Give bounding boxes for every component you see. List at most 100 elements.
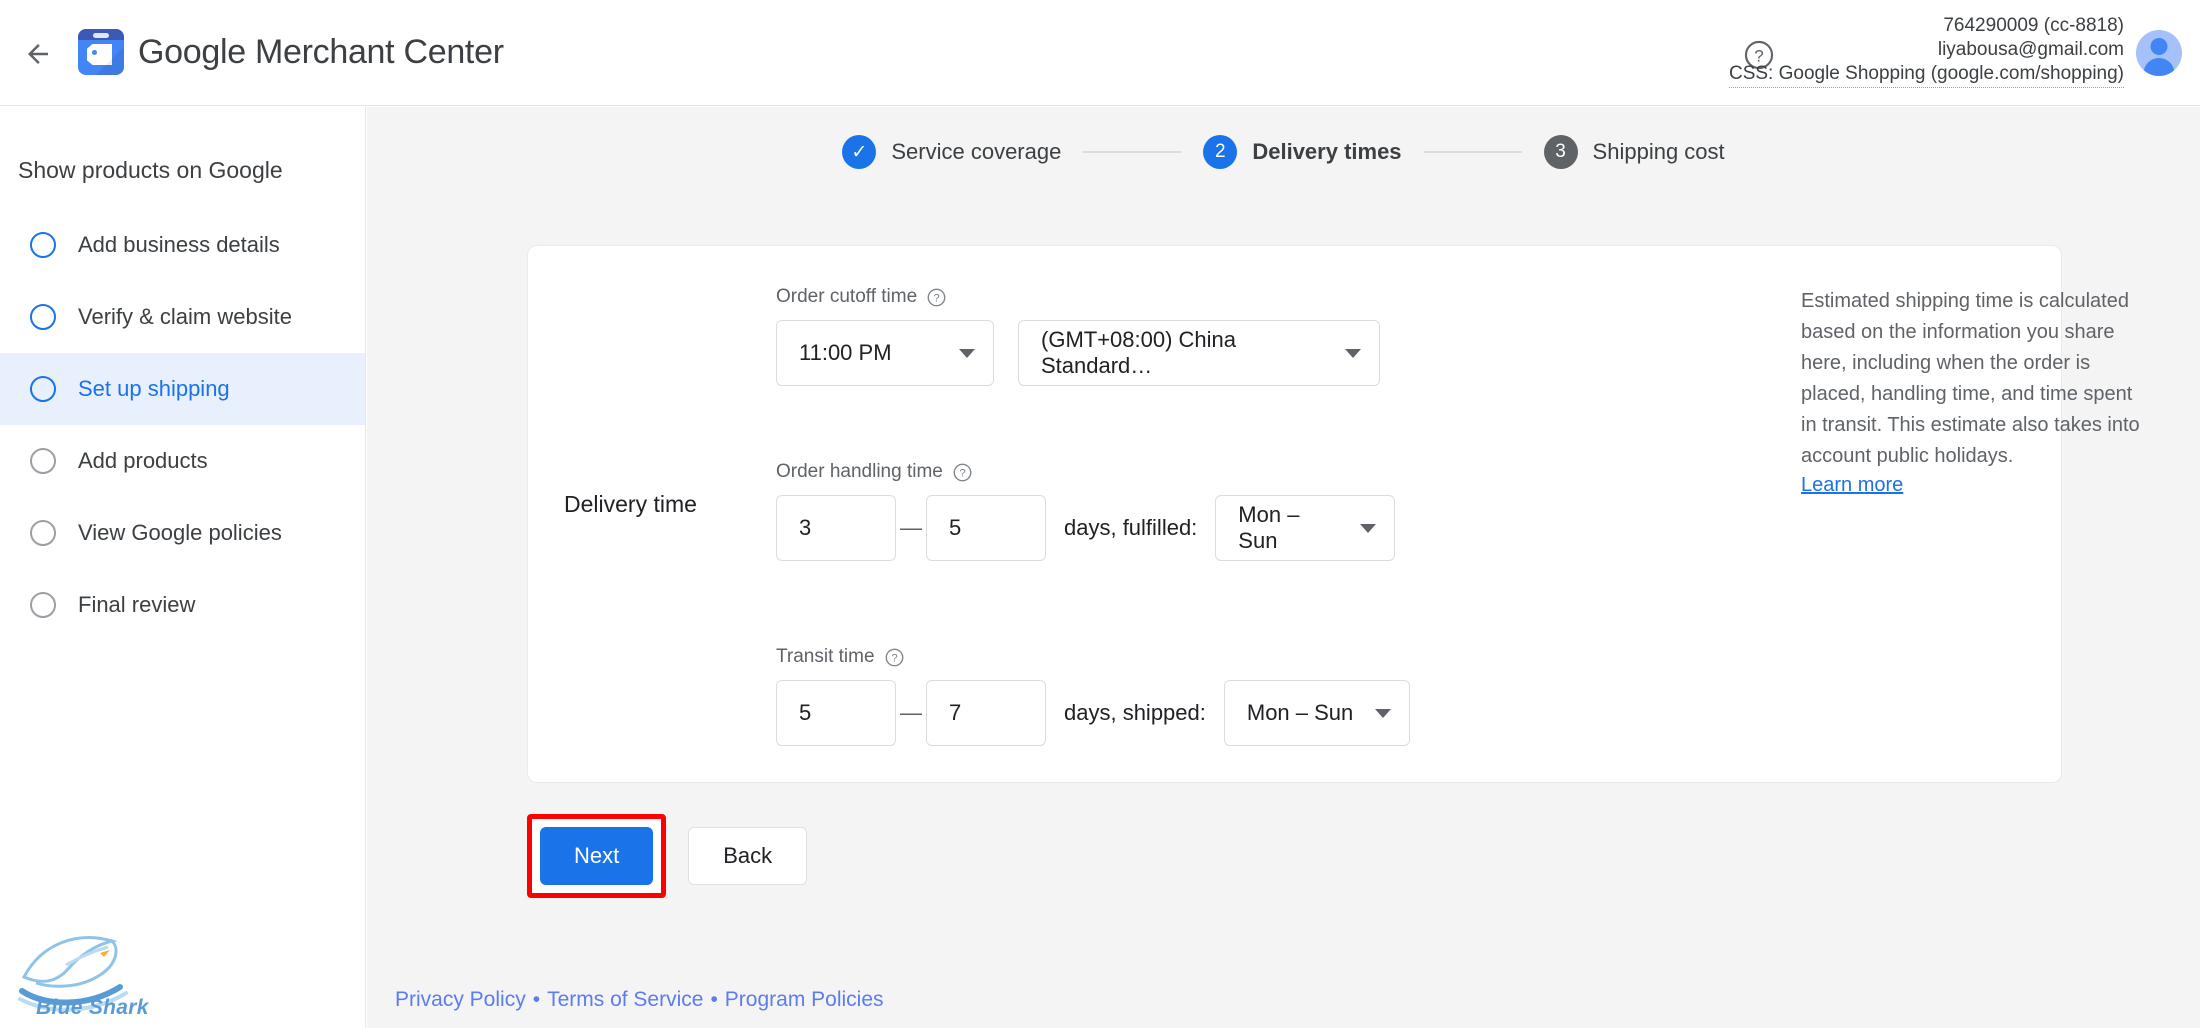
step-connector	[1423, 151, 1522, 153]
sidebar: Show products on Google Add business det…	[0, 107, 366, 1028]
chevron-down-icon	[959, 348, 975, 358]
step-circle-icon	[30, 592, 56, 618]
brand-lockup: Google Merchant Center	[78, 29, 504, 75]
step-badge-check-icon: ✓	[842, 135, 877, 169]
step-badge-number: 3	[1543, 135, 1578, 169]
delivery-time-row-label: Delivery time	[564, 491, 697, 517]
range-dash: —	[900, 700, 922, 725]
chevron-down-icon	[1345, 348, 1361, 358]
transit-time-label-text: Transit time	[776, 646, 875, 667]
order-handling-controls: 3 — 5 days, fulfilled: Mon – Sun	[776, 495, 1396, 561]
wizard-actions: Next Back	[527, 814, 808, 898]
top-bar: Google Merchant Center ? 764290009 (cc-8…	[0, 0, 2200, 106]
info-panel: Estimated shipping time is calculated ba…	[1801, 286, 2141, 497]
help-question-icon[interactable]: ?	[952, 462, 973, 483]
program-policies-link[interactable]: Program Policies	[725, 988, 884, 1011]
account-info[interactable]: 764290009 (cc-8818) liyabousa@gmail.com …	[1728, 14, 2124, 88]
step-label: Delivery times	[1252, 139, 1402, 164]
chevron-down-icon	[1360, 523, 1377, 533]
step-connector	[1083, 151, 1182, 153]
step-circle-icon	[30, 448, 56, 474]
svg-text:?: ?	[933, 292, 939, 304]
merchant-center-logo-icon	[78, 29, 124, 75]
cutoff-time-select[interactable]: 11:00 PM	[776, 320, 994, 386]
step-circle-icon	[30, 520, 56, 546]
handling-days-value: Mon – Sun	[1238, 502, 1300, 553]
sidebar-item-label: Verify & claim website	[78, 304, 292, 329]
back-button[interactable]: Back	[688, 827, 808, 885]
sidebar-nav-list: Add business details Verify & claim webs…	[0, 209, 365, 641]
order-cutoff-time-group: Order cutoff time ? 11:00 PM (GMT+08:00)…	[776, 286, 1380, 386]
sidebar-item-final-review[interactable]: Final review	[0, 569, 365, 641]
transit-min-days-input[interactable]: 5	[776, 680, 896, 746]
range-dash: —	[900, 515, 922, 540]
delivery-times-card: Delivery time Order cutoff time ? 11:00 …	[527, 245, 2140, 783]
transit-max-days-input[interactable]: 7	[926, 680, 1046, 746]
sidebar-item-verify-claim-website[interactable]: Verify & claim website	[0, 281, 365, 353]
order-cutoff-controls: 11:00 PM (GMT+08:00) China Standard…	[776, 320, 1380, 386]
transit-time-group: Transit time ? 5 — 7 days, shipped: Mon …	[776, 646, 1410, 746]
cutoff-time-value: 11:00 PM	[799, 340, 892, 365]
footer-separator: •	[532, 988, 541, 1011]
step-circle-icon	[30, 376, 56, 402]
sidebar-item-label: Final review	[78, 592, 196, 617]
sidebar-item-add-business-details[interactable]: Add business details	[0, 209, 365, 281]
order-handling-time-label: Order handling time ?	[776, 461, 1395, 483]
transit-min-days-value: 5	[799, 700, 812, 725]
step-shipping-cost[interactable]: 3 Shipping cost	[1543, 135, 1725, 169]
order-cutoff-time-label-text: Order cutoff time	[776, 286, 918, 307]
wizard-stepper: ✓ Service coverage 2 Delivery times 3 Sh…	[367, 135, 2200, 169]
step-delivery-times[interactable]: 2 Delivery times	[1203, 135, 1402, 169]
cutoff-timezone-select[interactable]: (GMT+08:00) China Standard…	[1018, 320, 1380, 386]
chevron-down-icon	[1374, 708, 1391, 718]
next-button[interactable]: Next	[540, 827, 654, 885]
step-label: Shipping cost	[1592, 139, 1725, 164]
svg-text:?: ?	[891, 652, 897, 664]
terms-of-service-link[interactable]: Terms of Service	[547, 988, 703, 1011]
sidebar-title: Show products on Google	[18, 157, 283, 183]
order-handling-time-label-text: Order handling time	[776, 461, 943, 482]
step-label: Service coverage	[891, 139, 1062, 164]
sidebar-item-label: Add business details	[78, 232, 280, 257]
user-avatar-icon[interactable]	[2136, 30, 2182, 76]
order-handling-time-group: Order handling time ? 3 — 5 days, fulfil…	[776, 461, 1396, 561]
sidebar-item-label: Add products	[78, 448, 208, 473]
back-arrow-icon[interactable]	[18, 34, 58, 74]
transit-days-select[interactable]: Mon – Sun	[1223, 680, 1410, 746]
order-cutoff-time-label: Order cutoff time ?	[776, 286, 1380, 308]
info-panel-text: Estimated shipping time is calculated ba…	[1801, 290, 2140, 467]
transit-time-label: Transit time ?	[776, 646, 1410, 668]
account-email: liyabousa@gmail.com	[1937, 39, 2124, 60]
cutoff-timezone-value: (GMT+08:00) China Standard…	[1041, 327, 1237, 378]
step-circle-icon	[30, 304, 56, 330]
sidebar-item-label: Set up shipping	[78, 376, 230, 401]
next-button-highlight: Next	[527, 814, 667, 898]
handling-max-days-value: 5	[949, 515, 962, 540]
handling-max-days-input[interactable]: 5	[926, 495, 1046, 561]
sidebar-item-label: View Google policies	[78, 520, 282, 545]
footer-links: Privacy Policy • Terms of Service • Program …	[395, 988, 884, 1012]
blue-shark-wordmark: Blue Shark	[36, 996, 149, 1019]
privacy-policy-link[interactable]: Privacy Policy	[395, 988, 526, 1011]
sidebar-item-set-up-shipping[interactable]: Set up shipping	[0, 353, 365, 425]
account-css: CSS: Google Shopping (google.com/shoppin…	[1728, 62, 2124, 88]
help-question-icon[interactable]: ?	[926, 287, 947, 308]
step-circle-icon	[30, 232, 56, 258]
transit-max-days-value: 7	[949, 700, 962, 725]
learn-more-link[interactable]: Learn more	[1801, 474, 1903, 497]
footer-separator: •	[710, 988, 718, 1011]
handling-min-days-input[interactable]: 3	[776, 495, 896, 561]
transit-days-value: Mon – Sun	[1246, 700, 1354, 725]
sidebar-item-add-products[interactable]: Add products	[0, 425, 365, 497]
main-content: ✓ Service coverage 2 Delivery times 3 Sh…	[367, 107, 2200, 1028]
sidebar-item-view-google-policies[interactable]: View Google policies	[0, 497, 365, 569]
svg-text:?: ?	[959, 467, 965, 479]
brand-product-text: Merchant Center	[245, 32, 504, 71]
step-service-coverage[interactable]: ✓ Service coverage	[842, 135, 1061, 169]
transit-unit-text: days, shipped:	[1064, 700, 1206, 725]
handling-unit-text: days, fulfilled:	[1064, 515, 1198, 540]
account-id: 764290009 (cc-8818)	[1943, 15, 2124, 36]
help-question-icon[interactable]: ?	[884, 647, 905, 668]
handling-days-select[interactable]: Mon – Sun	[1215, 495, 1396, 561]
handling-min-days-value: 3	[799, 515, 812, 540]
